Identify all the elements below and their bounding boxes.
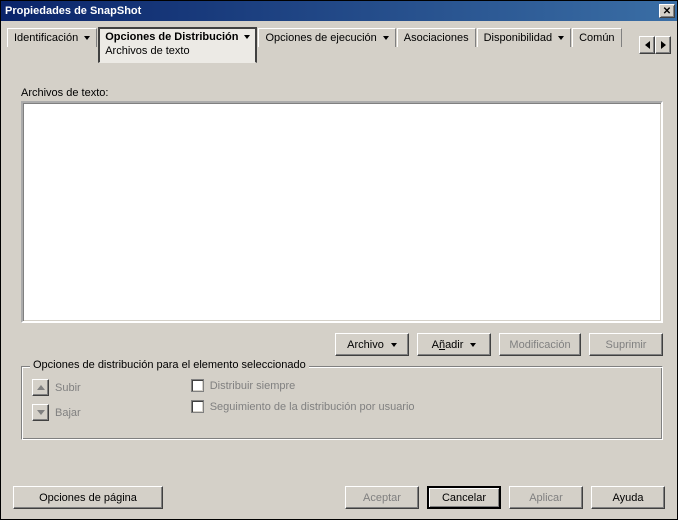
list-label: Archivos de texto: [21,87,663,99]
group-title: Opciones de distribución para el element… [30,359,309,371]
ayuda-button[interactable]: Ayuda [591,486,665,509]
cancelar-button[interactable]: Cancelar [427,486,501,509]
suprimir-button[interactable]: Suprimir [589,333,663,356]
checkbox-column: Distribuir siempre Seguimiento de la dis… [191,379,415,421]
triangle-left-icon [645,41,650,49]
tab-scroll [639,36,671,54]
tab-asociaciones[interactable]: Asociaciones [397,28,476,47]
aplicar-button[interactable]: Aplicar [509,486,583,509]
dialog-body: Identificación Opciones de Distribución … [1,21,677,519]
window-title: Propiedades de SnapShot [5,5,659,17]
anadir-button[interactable]: Añadir [417,333,491,356]
checkbox-icon [191,400,204,413]
tab-scroll-left[interactable] [639,36,655,54]
page-options-button[interactable]: Opciones de página [13,486,163,509]
reorder-column: Subir Bajar [32,379,81,421]
close-button[interactable]: ✕ [659,4,675,18]
button-label: Archivo [347,339,384,351]
tab-subtitle: Archivos de texto [105,45,189,57]
chevron-down-icon [391,343,397,347]
archivo-button[interactable]: Archivo [335,333,409,356]
button-label: Modificación [509,339,570,351]
dialog-footer: Opciones de página Aceptar Cancelar Apli… [1,480,677,519]
list-button-row: Archivo Añadir Modificación Suprimir [21,323,663,362]
chevron-down-icon [84,36,90,40]
button-label: Opciones de página [39,492,137,504]
tab-label: Opciones de ejecución [265,32,376,44]
move-down-button[interactable] [32,404,49,421]
button-label: Cancelar [442,492,486,504]
move-down-label: Bajar [55,407,81,419]
distribution-options-group: Opciones de distribución para el element… [21,366,663,440]
tab-opciones-ejecucion[interactable]: Opciones de ejecución [258,28,395,47]
move-up-label: Subir [55,382,81,394]
button-label: Ayuda [613,492,644,504]
chevron-down-icon [558,36,564,40]
modificacion-button[interactable]: Modificación [499,333,581,356]
tab-label: Identificación [14,32,78,44]
tab-content: Archivos de texto: Archivo Añadir Modifi… [21,63,663,472]
tab-identificacion[interactable]: Identificación [7,28,97,47]
button-label: Suprimir [606,339,647,351]
tab-label: Asociaciones [404,32,469,44]
checkbox-label: Seguimiento de la distribución por usuar… [210,401,415,413]
tab-label: Opciones de Distribución [105,31,238,43]
chevron-down-icon [244,35,250,39]
move-down-row: Bajar [32,404,81,421]
tab-scroll-right[interactable] [655,36,671,54]
checkbox-icon [191,379,204,392]
track-per-user-check[interactable]: Seguimiento de la distribución por usuar… [191,400,415,413]
tab-opciones-distribucion[interactable]: Opciones de Distribución Archivos de tex… [98,27,257,63]
triangle-right-icon [661,41,666,49]
move-up-row: Subir [32,379,81,396]
aceptar-button[interactable]: Aceptar [345,486,419,509]
text-files-listbox[interactable] [21,101,663,323]
button-label: Añadir [432,339,464,351]
button-label: Aceptar [363,492,401,504]
move-up-button[interactable] [32,379,49,396]
button-label: Aplicar [529,492,563,504]
tab-strip: Identificación Opciones de Distribución … [1,21,677,63]
tab-label: Común [579,32,614,44]
triangle-down-icon [37,410,45,415]
tab-comun[interactable]: Común [572,28,621,47]
tab-disponibilidad[interactable]: Disponibilidad [477,28,572,47]
triangle-up-icon [37,385,45,390]
chevron-down-icon [470,343,476,347]
titlebar: Propiedades de SnapShot ✕ [1,1,677,21]
checkbox-label: Distribuir siempre [210,380,296,392]
distribute-always-check[interactable]: Distribuir siempre [191,379,415,392]
tab-label: Disponibilidad [484,32,553,44]
properties-dialog: Propiedades de SnapShot ✕ Identificación… [0,0,678,520]
chevron-down-icon [383,36,389,40]
